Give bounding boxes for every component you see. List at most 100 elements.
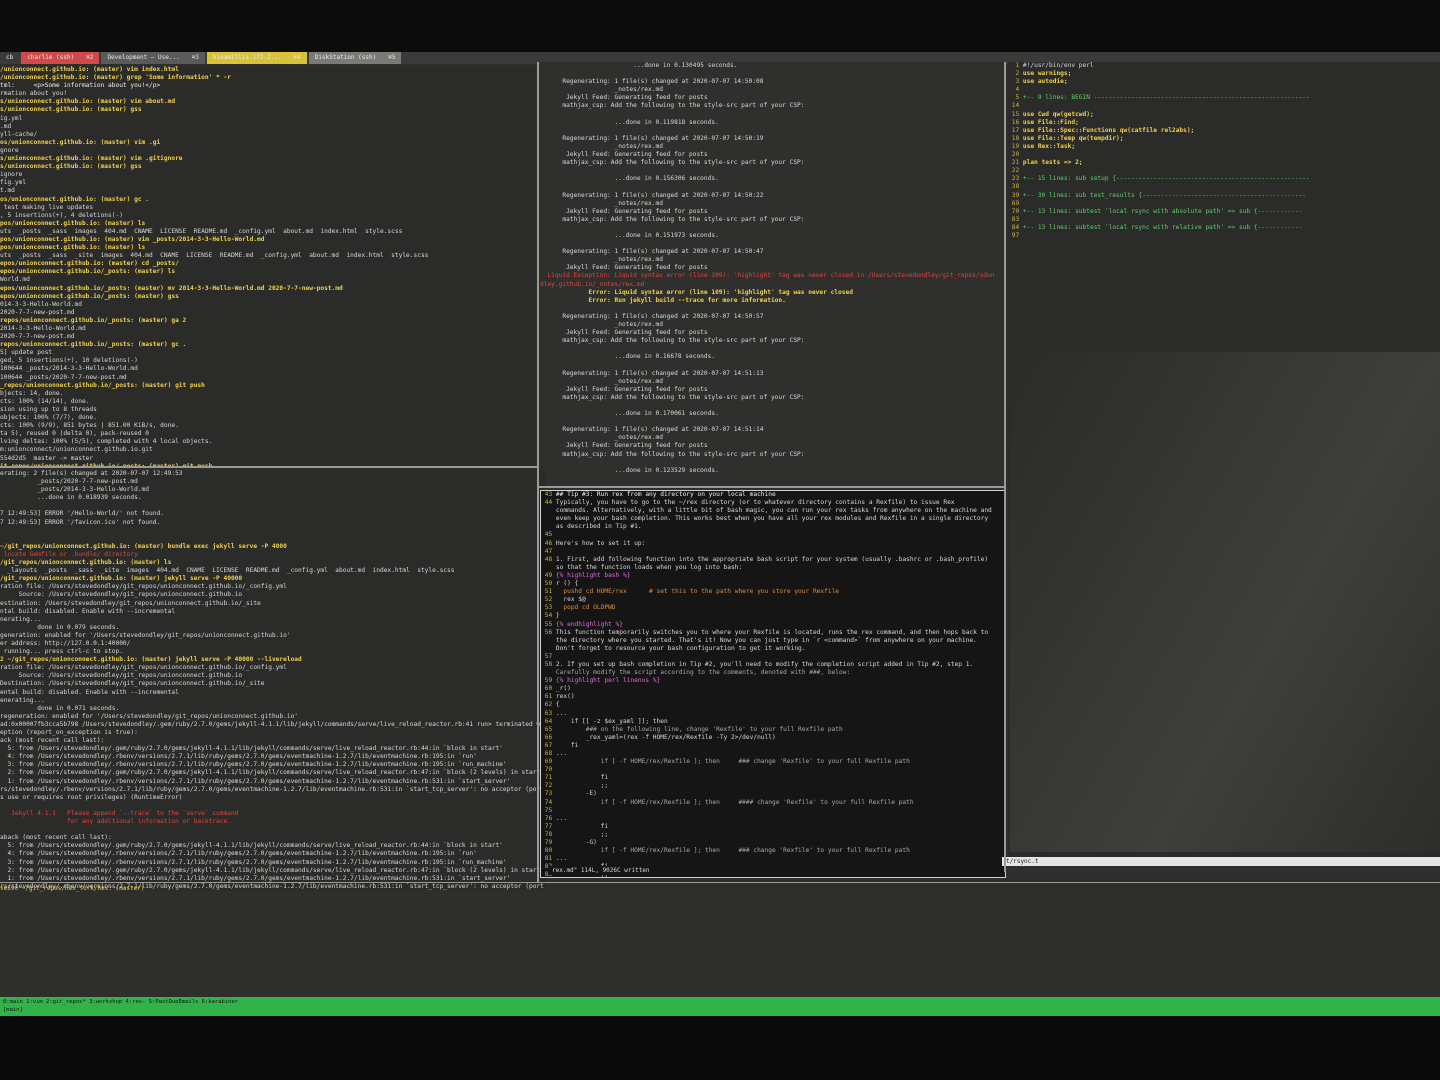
line-number: 65 <box>545 726 552 733</box>
code-line: -G) <box>556 839 597 846</box>
terminal-line: Destination: /Users/stevedondley/git_rep… <box>0 680 265 687</box>
terminal-line: epos/unionconnect.github.io/_posts: (mas… <box>0 268 175 275</box>
terminal-line: _notes/rex.md <box>540 256 663 263</box>
code-line: Carefully modify the script according to… <box>556 669 850 676</box>
line-number: 76 <box>545 815 552 822</box>
terminal-line: m:unionconnect/unionconnect.github.io.gi… <box>0 446 153 453</box>
pane-jekyll-serve[interactable]: ...done in 0.130495 seconds. Regeneratin… <box>540 62 1004 486</box>
code-line: as described in Tip #1. <box>556 523 642 530</box>
terminal-line: eption (report_on_exception is true): <box>0 729 138 736</box>
terminal-line: ...done in 0.151973 seconds. <box>540 232 719 239</box>
terminal-line: lving deltas: 100% (5/5), completed with… <box>0 438 212 445</box>
terminal-line: _notes/rex.md <box>540 434 663 441</box>
code-line: 1. First, add following function into th… <box>556 556 988 563</box>
terminal-line: ntal build: disabled. Enable with --incr… <box>0 608 175 615</box>
terminal-line: ration file: /Users/stevedondley/git_rep… <box>0 583 287 590</box>
pane-jekyll-errors-output: erating: 2 file(s) changed at 2020-07-07… <box>0 470 546 890</box>
pane-jekyll-serve-output: ...done in 0.130495 seconds. Regeneratin… <box>540 62 1004 475</box>
tab-shortcut: ⌘2 <box>86 54 93 61</box>
terminal-line: ...done in 0.156306 seconds. <box>540 175 719 182</box>
code-line: Here's how to set it up: <box>556 540 645 547</box>
code-line: if [ -f HOME/rex/Rexfile ]; then #### ch… <box>556 799 914 806</box>
terminal-line: mathjax_csp: Add the following to the st… <box>540 159 805 166</box>
terminal-line: Regenerating: 1 file(s) changed at 2020-… <box>540 78 764 85</box>
vim-buffer[interactable]: 43 ## Tip #3: Run rex from any directory… <box>541 491 1005 878</box>
code-line: fi <box>556 742 578 749</box>
code-line: the directory where you started. That's … <box>556 637 977 644</box>
tab-shortcut: ⌘4 <box>294 54 301 61</box>
terminal-line: uts _posts _sass images 404.md CNAME LIC… <box>0 228 402 235</box>
terminal-line: rs/stevedondley/.rbenv/versions/2.7.1/li… <box>0 786 546 793</box>
terminal-line: Regenerating: 1 file(s) changed at 2020-… <box>540 192 764 199</box>
line-number: 46 <box>545 540 552 547</box>
pane-jekyll-errors[interactable]: erating: 2 file(s) changed at 2020-07-07… <box>0 470 546 890</box>
line-number: 71 <box>545 774 552 781</box>
terminal-line: Jekyll Feed: Generating feed for posts <box>540 94 708 101</box>
code-line: fi <box>556 774 608 781</box>
line-number: 66 <box>545 734 552 741</box>
terminal-line: Error: Liquid syntax error (line 109): '… <box>540 289 853 296</box>
pane-vim-editor[interactable]: 43 ## Tip #3: Run rex from any directory… <box>540 490 1006 878</box>
terminal-line: s/unionconnect.github.io: (master) vim a… <box>0 98 175 105</box>
terminal-line: _repos/unionconnect.github.io/_posts: (m… <box>0 382 205 389</box>
code-line: even keep your bash completion. This wor… <box>556 515 988 522</box>
line-number: 56 <box>545 629 552 636</box>
terminal-line: s/unionconnect.github.io: (master) gss <box>0 106 142 113</box>
line-number: 50 <box>545 580 552 587</box>
code-line: use Cwd qw(getcwd); <box>1023 111 1094 118</box>
tab-0[interactable]: cb <box>0 52 19 64</box>
tab-2[interactable]: Development — Use...⌘3 <box>101 52 204 64</box>
pane-divider[interactable] <box>0 466 538 468</box>
terminal-line: pos/unionconnect.github.io: (master) vim… <box>0 236 265 243</box>
line-number: 74 <box>545 799 552 806</box>
pane-git-shell[interactable]: /unionconnect.github.io: (master) vim in… <box>0 66 536 466</box>
line-number: 17 <box>1012 127 1019 134</box>
terminal-line: 2020-7-7-new-post.md <box>0 309 75 316</box>
terminal-line: Jekyll Feed: Generating feed for posts <box>540 151 708 158</box>
terminal-line: 100644 _posts/2014-3-3-Hello-World.md <box>0 365 138 372</box>
code-line: use warnings; <box>1023 70 1071 77</box>
terminal-line: 5: from /Users/stevedondley/.gem/ruby/2.… <box>0 842 503 849</box>
terminal-line: Jekyll 4.1.1 Please append `--trace` to … <box>0 810 238 817</box>
line-number: 81 <box>545 855 552 862</box>
terminal-line: /unionconnect.github.io: (master) grep '… <box>0 74 231 81</box>
tab-4[interactable]: DiskStation (ssh)⌘5 <box>309 52 402 64</box>
terminal-line: 7 12:49:53] ERROR '/Hello-World/' not fo… <box>0 510 164 517</box>
terminal-line: 100644 _posts/2020-7-7-new-post.md <box>0 374 127 381</box>
terminal-line: Jekyll Feed: Generating feed for posts <box>540 208 708 215</box>
terminal-line: 3: from /Users/stevedondley/.rbenv/versi… <box>0 761 507 768</box>
line-number: 23 <box>1012 175 1019 182</box>
line-number: 62 <box>545 701 552 708</box>
code-line: rex() <box>556 693 575 700</box>
terminal-line: 1: from /Users/stevedondley/.rbenv/versi… <box>0 875 510 882</box>
terminal-line: enerating... <box>0 697 45 704</box>
tab-3[interactable]: binamillis-172-2...⌘4 <box>207 52 307 64</box>
tab-shortcut: ⌘3 <box>192 54 199 61</box>
pane-divider <box>0 882 1440 883</box>
tmux-window-list[interactable]: 0:main 1:vim 2:git_repos* 3:workshop 4:r… <box>0 998 1440 1006</box>
line-number: 57 <box>545 653 552 660</box>
terminal-line: s/unionconnect.github.io: (master) gss <box>0 163 142 170</box>
code-line: rex $@ <box>556 596 586 603</box>
pane-divider[interactable] <box>538 486 1004 488</box>
code-line: This function temporarily switches you t… <box>556 629 988 636</box>
code-line: use File::Spec::Functions qw(catfile rel… <box>1023 127 1194 134</box>
terminal-line: ~/git_repos/unionconnect.github.io: (mas… <box>0 543 287 550</box>
code-line: ... <box>556 710 567 717</box>
line-number: 52 <box>545 596 552 603</box>
line-number: 83 <box>1012 216 1019 223</box>
line-number: 2 <box>1015 70 1019 77</box>
shell-prompt[interactable]: ve590 ~/git_repos/Rex_fork/Rex: (master) <box>0 884 560 893</box>
terminal-line: ...done in 0.123529 seconds. <box>540 467 719 474</box>
pane-divider[interactable] <box>537 62 539 882</box>
terminal-line: Regenerating: 1 file(s) changed at 2020-… <box>540 370 764 377</box>
terminal-line: uts _posts _sass _site images 404.md CNA… <box>0 252 428 259</box>
pane-divider[interactable] <box>1004 62 1006 872</box>
terminal-line: dley.github.io/_notes/rex.md <box>540 281 644 288</box>
pane-vim-perl-test[interactable]: 1 #!/usr/bin/env perl 2 use warnings; 3 … <box>1008 62 1440 862</box>
tab-1[interactable]: charlie (ssh)⌘2 <box>21 52 99 64</box>
terminal-line: done in 0.079 seconds. <box>0 624 119 631</box>
line-number: 72 <box>545 782 552 789</box>
vim-perl-buffer[interactable]: 1 #!/usr/bin/env perl 2 use warnings; 3 … <box>1008 62 1440 240</box>
monitor-bezel-bottom <box>0 1016 1440 1080</box>
